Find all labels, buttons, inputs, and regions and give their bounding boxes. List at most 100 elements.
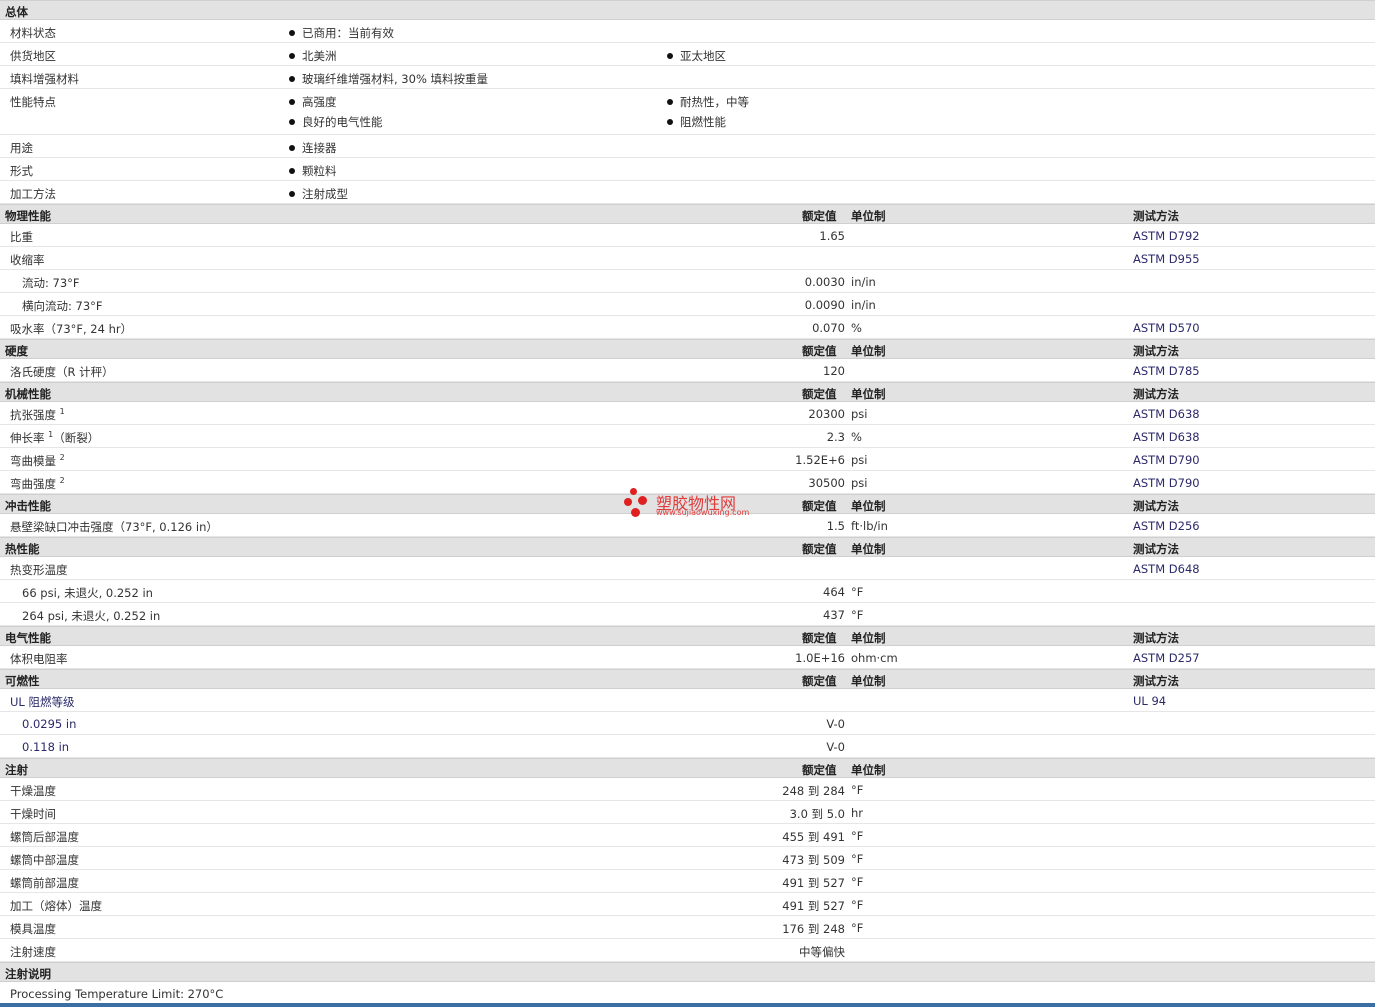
header-test: 测试方法	[1133, 499, 1179, 513]
section-flammability: 可燃性 额定值 单位制 测试方法	[0, 669, 1375, 689]
row-flow: 流动: 73°F 0.0030 in/in	[0, 270, 1375, 293]
row-unit: °F	[851, 783, 864, 797]
section-injection: 注射 额定值 单位制	[0, 758, 1375, 778]
row-hdt: 热变形温度 ASTM D648	[0, 557, 1375, 580]
row-value: 20300	[808, 407, 845, 421]
row-label: 弯曲强度 2	[10, 476, 65, 491]
bottom-bar	[0, 1003, 1375, 1007]
header-test: 测试方法	[1133, 387, 1179, 401]
table-row: 干燥时间 3.0 到 5.0 hr	[0, 801, 1375, 824]
table-row: 加工（熔体）温度 491 到 527 °F	[0, 893, 1375, 916]
logo-dot-icon	[638, 496, 647, 505]
row-label: 0.118 in	[22, 740, 70, 754]
row-value: 2.3	[826, 430, 845, 444]
test-method: ASTM D790	[1133, 476, 1200, 490]
row-label: 螺筒中部温度	[10, 853, 79, 867]
row-value: 1.5	[826, 519, 845, 533]
notes-text: Processing Temperature Limit: 270°C	[10, 987, 224, 1001]
header-unit: 单位制	[851, 542, 886, 556]
row-hdt-66: 66 psi, 未退火, 0.252 in 464 °F	[0, 580, 1375, 603]
section-title: 可燃性	[5, 674, 40, 688]
row-label: 流动: 73°F	[22, 276, 80, 290]
row-label: 干燥温度	[10, 784, 56, 798]
row-label: 悬壁梁缺口冲击强度（73°F, 0.126 in）	[10, 520, 218, 534]
row-label: 用途	[10, 141, 33, 155]
test-method: ASTM D790	[1133, 453, 1200, 467]
row-unit: °F	[851, 608, 864, 622]
row-label: 吸水率（73°F, 24 hr）	[10, 322, 133, 336]
header-test: 测试方法	[1133, 344, 1179, 358]
row-value: 455 到 491	[782, 830, 845, 844]
row-unit: psi	[851, 453, 868, 467]
section-hardness: 硬度 额定值 单位制 测试方法	[0, 339, 1375, 359]
header-rated: 额定值	[802, 209, 837, 223]
row-unit: %	[851, 430, 862, 444]
test-method: UL 94	[1133, 694, 1167, 708]
row-unit: %	[851, 321, 862, 335]
row-label: 材料状态	[10, 26, 56, 40]
header-unit: 单位制	[851, 631, 886, 645]
row-label: 模具温度	[10, 922, 56, 936]
logo-dot-icon	[630, 488, 637, 495]
row-value: 注射成型	[302, 187, 348, 201]
row-ul-rating: UL 阻燃等级 UL 94	[0, 689, 1375, 712]
bullet-icon	[289, 53, 295, 59]
row-label: 螺筒后部温度	[10, 830, 79, 844]
row-label: 抗张强度 1	[10, 407, 65, 422]
header-test: 测试方法	[1133, 631, 1179, 645]
section-electrical: 电气性能 额定值 单位制 测试方法	[0, 626, 1375, 646]
row-value: 颗粒料	[302, 164, 337, 178]
header-unit: 单位制	[851, 499, 886, 513]
row-value: 阻燃性能	[680, 115, 726, 129]
header-rated: 额定值	[802, 499, 837, 513]
row-method: 加工方法 注射成型	[0, 181, 1375, 204]
row-value: 连接器	[302, 141, 337, 155]
table-row: 注射速度 中等偏快	[0, 939, 1375, 962]
row-unit: ohm·cm	[851, 651, 898, 665]
header-test: 测试方法	[1133, 542, 1179, 556]
row-value: 0.0090	[804, 298, 845, 312]
row-use: 用途 连接器	[0, 135, 1375, 158]
row-label: 收缩率	[10, 253, 45, 267]
row-filler: 填料增强材料 玻璃纤维增强材料, 30% 填料按重量	[0, 66, 1375, 89]
row-value: 北美洲	[302, 49, 337, 63]
row-value: 3.0 到 5.0	[789, 807, 845, 821]
row-label: 干燥时间	[10, 807, 56, 821]
row-value: 1.52E+6	[795, 453, 845, 467]
logo-dot-icon	[624, 498, 632, 506]
row-label: 螺筒前部温度	[10, 876, 79, 890]
test-method: ASTM D955	[1133, 252, 1200, 266]
row-label: 体积电阻率	[10, 652, 68, 666]
table-row: 螺筒中部温度 473 到 509 °F	[0, 847, 1375, 870]
row-value: 耐热性，中等	[680, 95, 749, 109]
section-title: 冲击性能	[5, 499, 51, 513]
section-thermal: 热性能 额定值 单位制 测试方法	[0, 537, 1375, 557]
row-value: 120	[823, 364, 845, 378]
header-rated: 额定值	[802, 674, 837, 688]
row-label: 66 psi, 未退火, 0.252 in	[22, 586, 153, 600]
test-method: ASTM D648	[1133, 562, 1200, 576]
header-rated: 额定值	[802, 631, 837, 645]
row-label: 比重	[10, 230, 33, 244]
logo-dot-icon	[631, 508, 640, 517]
row-value: 491 到 527	[782, 876, 845, 890]
bullet-icon	[667, 99, 673, 105]
row-value: 1.0E+16	[795, 651, 845, 665]
row-features: 性能特点 高强度 耐热性，中等 良好的电气性能 阻燃性能	[0, 89, 1375, 135]
watermark-url: www.sujiaowuxing.com	[656, 508, 750, 517]
table-row: 干燥温度 248 到 284 °F	[0, 778, 1375, 801]
row-value: 464	[823, 585, 845, 599]
row-value: 玻璃纤维增强材料, 30% 填料按重量	[302, 72, 489, 86]
row-unit: hr	[851, 806, 864, 820]
row-unit: in/in	[851, 275, 876, 289]
header-rated: 额定值	[802, 763, 837, 777]
row-value: 已商用：当前有效	[302, 26, 394, 40]
bullet-icon	[667, 119, 673, 125]
header-unit: 单位制	[851, 387, 886, 401]
section-mechanical: 机械性能 额定值 单位制 测试方法	[0, 382, 1375, 402]
row-unit: in/in	[851, 298, 876, 312]
section-title: 硬度	[5, 344, 28, 358]
row-value: 30500	[808, 476, 845, 490]
row-value: 248 到 284	[782, 784, 845, 798]
row-unit: °F	[851, 829, 864, 843]
